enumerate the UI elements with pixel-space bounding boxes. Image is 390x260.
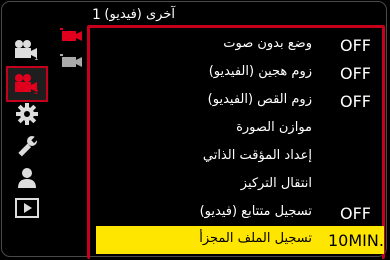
menu-item-label: موازن الصورة — [236, 120, 312, 135]
menu-item-loop-recording[interactable]: تسجيل متتابع (فيديو) OFF — [96, 199, 384, 227]
gear-icon — [16, 103, 38, 125]
menu-item-label: زوم هجين (الفيديو) — [208, 64, 312, 79]
menu-item-label: تسجيل الملف المجزأ — [199, 231, 312, 246]
sidebar-item-video-2[interactable]: 2 — [6, 66, 48, 102]
sidebar-item-setup[interactable] — [8, 99, 46, 129]
menu-item-label: انتقال التركيز — [240, 176, 312, 191]
menu-item-value: OFF — [340, 36, 371, 55]
title-bar: 1 آخرى (فيديو) — [88, 6, 388, 26]
menu-item-segmented-file-recording[interactable]: تسجيل الملف المجزأ 10MIN. — [96, 226, 384, 254]
main-menu-sidebar: 1 2 — [0, 27, 48, 231]
video-icon: 2 — [15, 74, 38, 95]
menu-item-silent-mode[interactable]: وضع بدون صوت OFF — [96, 31, 384, 59]
menu-item-focus-transition[interactable]: انتقال التركيز — [96, 171, 384, 199]
video-grey-icon — [60, 54, 82, 67]
page-number: 1 — [92, 7, 101, 23]
video-icon: 1 — [15, 40, 38, 61]
tab-video-page-2[interactable] — [59, 51, 85, 73]
menu-item-label: زوم القص (الفيديو) — [207, 92, 312, 107]
menu-item-label: وضع بدون صوت — [223, 36, 312, 51]
menu-item-value: OFF — [340, 204, 371, 223]
wrench-icon — [18, 136, 38, 157]
menu-item-crop-zoom[interactable]: زوم القص (الفيديو) OFF — [96, 87, 384, 115]
menu-item-image-stabilizer[interactable]: موازن الصورة — [96, 115, 384, 143]
menu-item-value: OFF — [340, 92, 371, 111]
sidebar-item-video-1[interactable]: 1 — [8, 35, 46, 65]
page-title: آخرى (فيديو) — [104, 7, 175, 22]
menu-item-hybrid-zoom[interactable]: زوم هجين (الفيديو) OFF — [96, 59, 384, 87]
menu-item-label: تسجيل متتابع (فيديو) — [199, 204, 312, 219]
menu-item-self-timer[interactable]: إعداد المؤقت الذاتي — [96, 143, 384, 171]
menu-item-value: OFF — [340, 64, 371, 83]
video-red-icon — [60, 28, 82, 41]
sidebar-item-my-menu[interactable] — [8, 163, 46, 193]
menu-item-label: إعداد المؤقت الذاتي — [202, 148, 312, 163]
sidebar-item-playback[interactable] — [8, 193, 46, 223]
person-icon — [18, 168, 36, 188]
sub-tabs — [55, 25, 85, 85]
sidebar-badge: 1 — [34, 54, 38, 61]
tab-video-page-1[interactable] — [59, 25, 85, 47]
menu-item-value: 10MIN. — [328, 231, 384, 250]
sidebar-badge: 2 — [34, 88, 38, 95]
playback-icon — [15, 198, 39, 218]
sidebar-item-custom[interactable] — [8, 131, 46, 161]
camera-menu-screen: 1 آخرى (فيديو) 1 2 وضع بدون صوت OFF زوم … — [0, 0, 390, 260]
